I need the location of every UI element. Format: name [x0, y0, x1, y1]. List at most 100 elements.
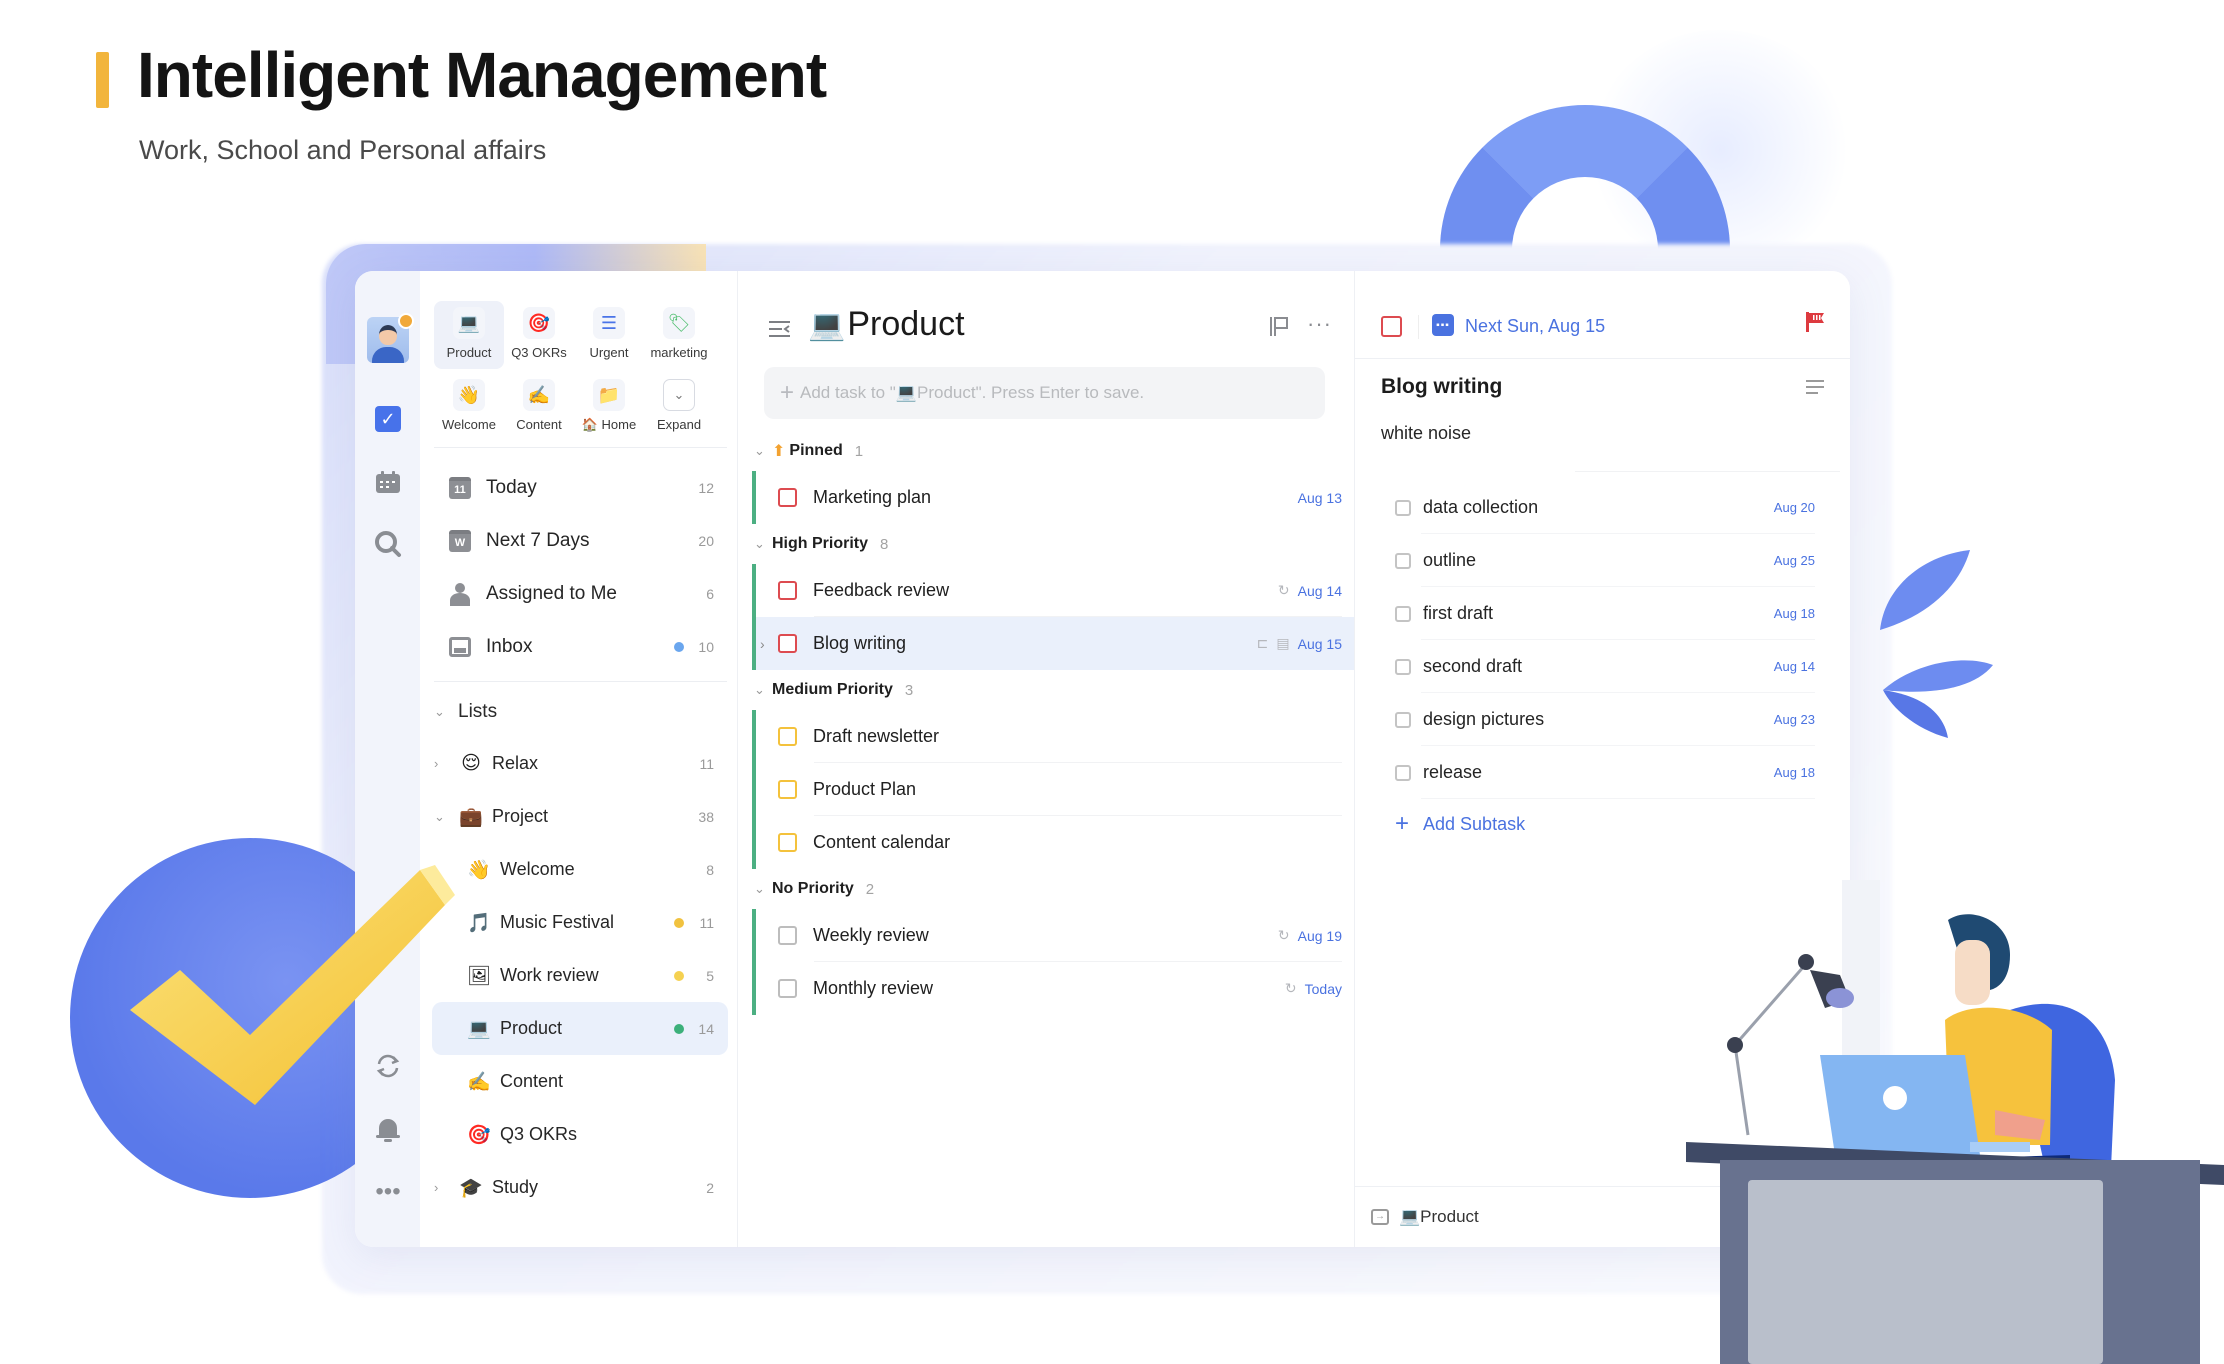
collapse-sidebar-icon[interactable]: [768, 319, 792, 341]
task-title: Draft newsletter: [813, 726, 940, 746]
list-item-relax[interactable]: › 😌 Relax 11: [420, 737, 728, 790]
task-checkbox[interactable]: [778, 727, 797, 746]
task-note[interactable]: white noise: [1381, 423, 1471, 444]
premium-crown-icon: [398, 313, 414, 329]
list-label: Study: [492, 1177, 539, 1197]
subtask-due-date: Aug 25: [1773, 553, 1815, 568]
hero-accent-bar: [96, 52, 109, 108]
subtask-row[interactable]: data collection Aug 20: [1395, 481, 1815, 534]
detail-task-title[interactable]: Blog writing: [1381, 375, 1502, 399]
task-checkbox[interactable]: [778, 581, 797, 600]
subtask-title: first draft: [1423, 603, 1494, 623]
target-icon: 🎯: [523, 307, 555, 339]
smart-list-next-7-days[interactable]: W Next 7 Days 20: [432, 514, 728, 567]
task-row[interactable]: Monthly review ↻ Today: [756, 962, 1354, 1015]
add-subtask-button[interactable]: + Add Subtask: [1395, 799, 1815, 849]
rail-calendar-button[interactable]: [373, 467, 403, 497]
task-group: Weekly review ↻ Aug 19 Monthly review ↻ …: [752, 909, 1354, 1015]
quick-item-content[interactable]: ✍️ Content: [504, 373, 574, 441]
task-row[interactable]: Marketing plan Aug 13: [756, 471, 1354, 524]
quick-item-welcome[interactable]: 👋 Welcome: [434, 373, 504, 441]
quick-item-label: Product: [446, 345, 492, 360]
subtask-checkbox[interactable]: [1395, 605, 1411, 622]
quick-item-label: Urgent: [589, 345, 629, 360]
task-checkbox[interactable]: [778, 780, 797, 799]
quick-item-home[interactable]: 📁 🏠 Home: [574, 373, 644, 441]
subtask-row[interactable]: design pictures Aug 23: [1395, 693, 1815, 746]
add-task-input-wrapper[interactable]: +: [764, 367, 1325, 419]
section-header-pinned[interactable]: ⌄ ⬆ Pinned 1: [738, 431, 1354, 471]
subtask-row[interactable]: first draft Aug 18: [1395, 587, 1815, 640]
more-options-icon[interactable]: ···: [1307, 311, 1332, 337]
sort-flag-icon[interactable]: [1268, 315, 1290, 343]
task-checkbox[interactable]: [778, 833, 797, 852]
task-row[interactable]: Draft newsletter: [756, 710, 1354, 763]
section-count: 8: [880, 535, 889, 553]
subtask-list: data collection Aug 20 outline Aug 25 fi…: [1395, 481, 1815, 849]
list-label: Q3 OKRs: [500, 1124, 578, 1144]
quick-item-product[interactable]: 💻 Product: [434, 301, 504, 369]
task-checkbox[interactable]: [778, 634, 797, 653]
section-header-high-priority[interactable]: ⌄ High Priority 8: [738, 524, 1354, 564]
section-count: 3: [904, 681, 914, 699]
subtask-checkbox[interactable]: [1395, 764, 1411, 781]
task-checkbox[interactable]: [778, 979, 797, 998]
subtask-checkbox[interactable]: [1395, 552, 1411, 569]
smart-list-assigned-to-me[interactable]: Assigned to Me 6: [432, 567, 728, 620]
add-task-input[interactable]: [800, 383, 1301, 403]
due-date-button[interactable]: Next Sun, Aug 15: [1465, 316, 1605, 337]
subtask-row[interactable]: release Aug 18: [1395, 746, 1815, 799]
task-meta: ⊏ ▤ Aug 15: [1257, 635, 1342, 652]
task-due-date: Aug 14: [1297, 582, 1342, 599]
task-row[interactable]: Feedback review ↻ Aug 14: [756, 564, 1354, 617]
task-sections: ⌄ ⬆ Pinned 1 Marketing plan Aug 13 ⌄ Hig…: [738, 431, 1354, 1015]
list-label: Music Festival: [500, 912, 615, 932]
subtask-title: outline: [1423, 550, 1477, 570]
quick-item-label: Expand: [656, 417, 702, 432]
task-row[interactable]: Content calendar: [756, 816, 1354, 869]
subtask-row[interactable]: second draft Aug 14: [1395, 640, 1815, 693]
task-list-pane: 💻Product ··· + ⌄ ⬆ Pinned 1 Marketing: [738, 271, 1355, 1247]
chevron-right-icon: ›: [434, 756, 439, 771]
quick-item-marketing[interactable]: 🏷 marketing: [644, 301, 714, 369]
subtask-checkbox[interactable]: [1395, 711, 1411, 728]
lists-header-label: Lists: [458, 701, 498, 722]
detail-task-checkbox[interactable]: [1381, 316, 1402, 337]
subtask-checkbox[interactable]: [1395, 499, 1411, 516]
lists-header[interactable]: ⌄ Lists: [420, 687, 728, 737]
quick-item-urgent[interactable]: ☰ Urgent: [574, 301, 644, 369]
task-checkbox[interactable]: [778, 926, 797, 945]
task-row-selected[interactable]: › Blog writing ⊏ ▤ Aug 15: [756, 617, 1354, 670]
task-group: Marketing plan Aug 13: [752, 471, 1354, 524]
chevron-down-icon: ⌄: [754, 536, 765, 551]
subtask-checkbox[interactable]: [1395, 658, 1411, 675]
task-list-selector[interactable]: 💻Product: [1399, 1207, 1479, 1227]
section-header-medium-priority[interactable]: ⌄ Medium Priority 3: [738, 670, 1354, 710]
task-checkbox[interactable]: [778, 488, 797, 507]
chevron-right-icon[interactable]: ›: [760, 636, 765, 652]
list-label: Relax: [492, 753, 539, 773]
priority-flag-icon[interactable]: [1805, 311, 1825, 340]
calendar-icon[interactable]: ▪▪▪: [1432, 314, 1454, 336]
section-header-no-priority[interactable]: ⌄ No Priority 2: [738, 869, 1354, 909]
task-row[interactable]: Product Plan: [756, 763, 1354, 816]
subtasks-icon: ⊏: [1256, 635, 1269, 651]
repeat-icon: ↻: [1277, 582, 1290, 598]
task-row[interactable]: Weekly review ↻ Aug 19: [756, 909, 1354, 962]
list-item-project[interactable]: ⌄ 💼 Project 38: [420, 790, 728, 843]
smart-list-inbox[interactable]: Inbox 10: [432, 620, 728, 673]
move-to-list-icon[interactable]: →: [1371, 1208, 1389, 1225]
list-count: 5: [706, 967, 714, 984]
list-count: 8: [706, 861, 714, 878]
list-item-study[interactable]: › 🎓 Study 2: [420, 1161, 728, 1214]
rail-more-button[interactable]: •••: [373, 1177, 403, 1207]
detail-toolbar: ▪▪▪ Next Sun, Aug 15: [1355, 271, 1850, 359]
quick-item-q3-okrs[interactable]: 🎯 Q3 OKRs: [504, 301, 574, 369]
smart-list-today[interactable]: 11 Today 12: [432, 461, 728, 514]
subtask-row[interactable]: outline Aug 25: [1395, 534, 1815, 587]
section-label: No Priority: [772, 880, 854, 897]
rail-search-button[interactable]: [373, 529, 403, 559]
description-menu-icon[interactable]: [1805, 375, 1825, 401]
quick-item-expand[interactable]: ⌄ Expand: [644, 373, 714, 441]
rail-tasks-button[interactable]: ✓: [373, 404, 403, 434]
